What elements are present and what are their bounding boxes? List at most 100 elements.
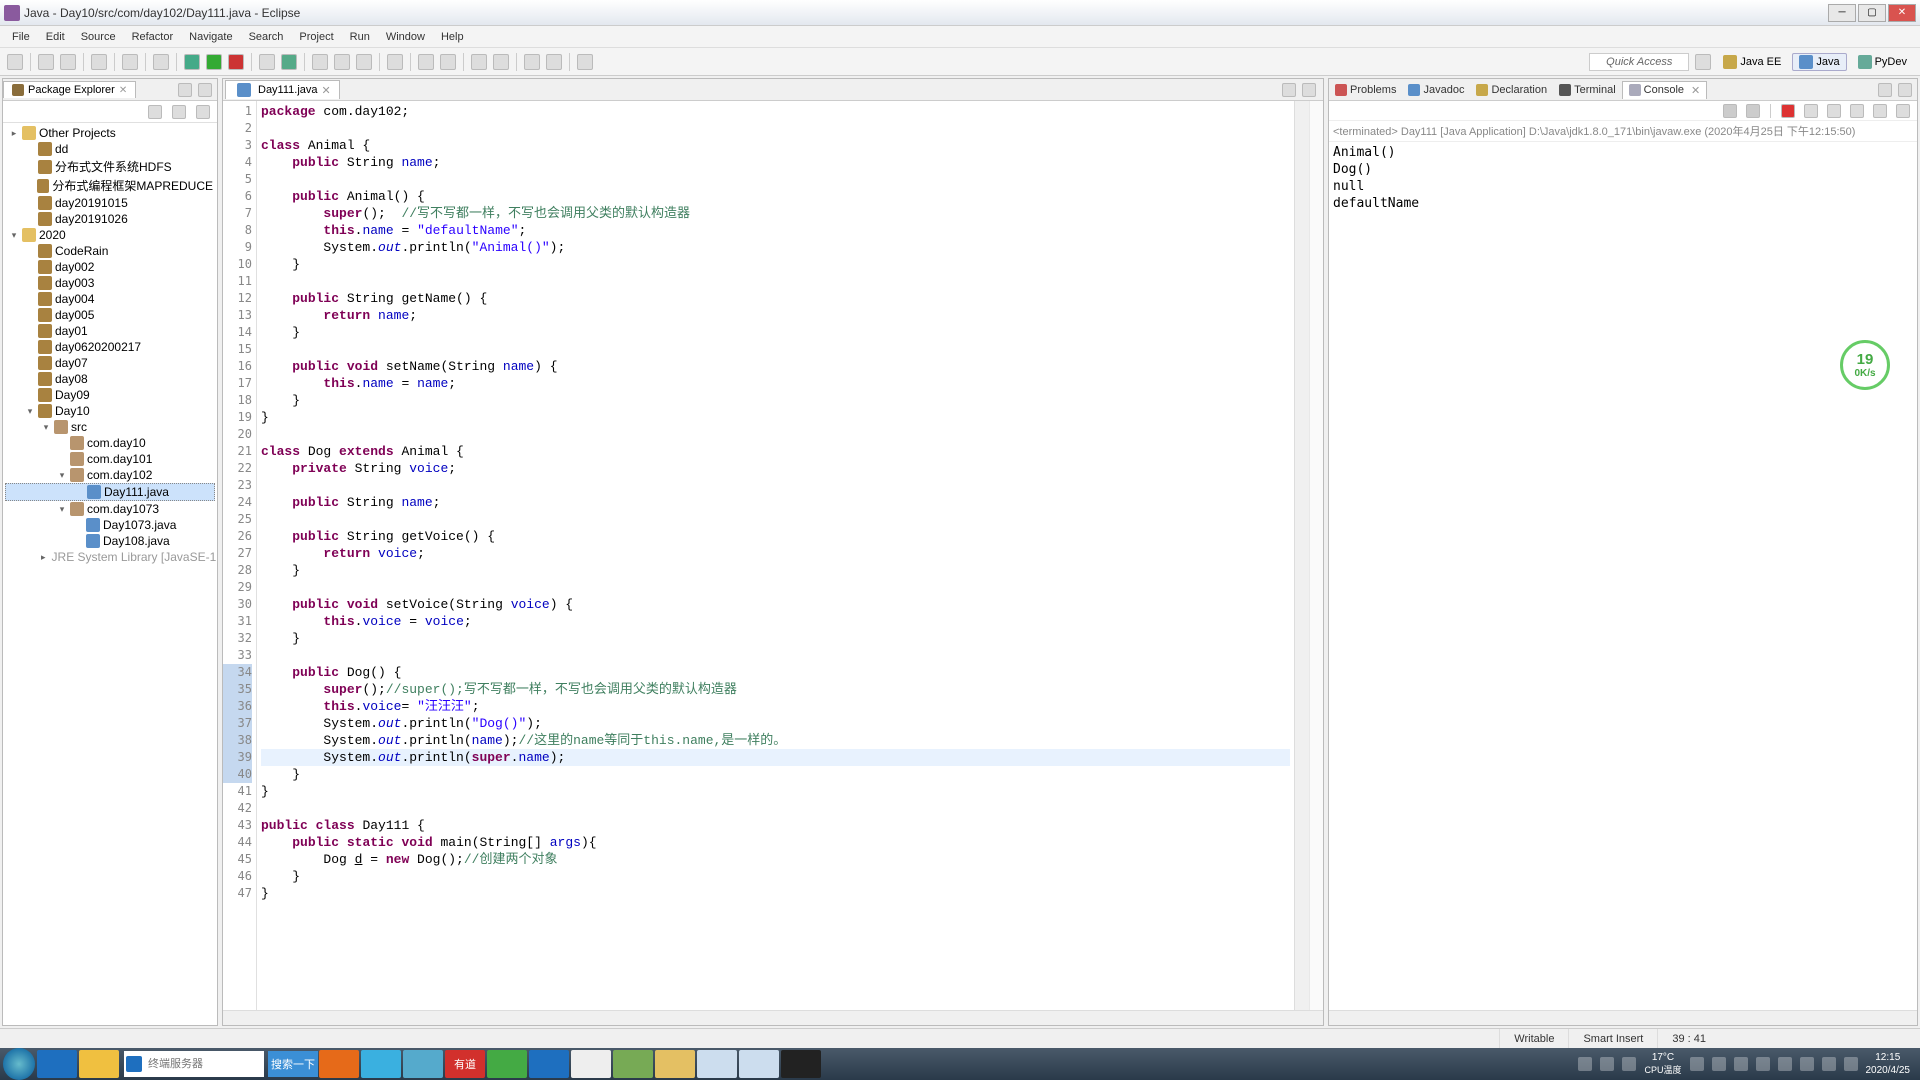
tree-node[interactable]: Day1073.java <box>5 517 215 533</box>
minimize-panel-icon[interactable] <box>178 83 192 97</box>
tray-icon[interactable] <box>1712 1057 1726 1071</box>
console-removeall-icon[interactable] <box>1746 104 1760 118</box>
overview-ruler[interactable] <box>1309 101 1323 1010</box>
search-input[interactable] <box>144 1058 234 1070</box>
console-terminate-icon[interactable] <box>1781 104 1795 118</box>
tab-declaration[interactable]: Declaration <box>1470 82 1553 98</box>
run-icon[interactable] <box>206 54 222 70</box>
tree-node[interactable]: 分布式文件系统HDFS <box>5 157 215 176</box>
tray-icon[interactable] <box>1778 1057 1792 1071</box>
tray-icon[interactable] <box>1844 1057 1858 1071</box>
close-icon[interactable]: ✕ <box>322 84 331 97</box>
tree-node[interactable]: Day09 <box>5 387 215 403</box>
annotate-icon[interactable] <box>356 54 372 70</box>
close-icon[interactable]: ✕ <box>1691 84 1700 97</box>
console-hscroll[interactable] <box>1329 1010 1917 1025</box>
close-icon[interactable]: ✕ <box>119 85 127 96</box>
minimize-editor-icon[interactable] <box>1282 83 1296 97</box>
editor-hscroll[interactable] <box>223 1010 1323 1025</box>
tree-node[interactable]: day005 <box>5 307 215 323</box>
taskbar-calc-icon[interactable] <box>739 1050 779 1078</box>
tree-node[interactable]: day002 <box>5 259 215 275</box>
open-type-icon[interactable] <box>312 54 328 70</box>
tray-icon[interactable] <box>1822 1057 1836 1071</box>
tree-node[interactable]: day07 <box>5 355 215 371</box>
maximize-panel-icon[interactable] <box>198 83 212 97</box>
editor-tab-day111[interactable]: Day111.java ✕ <box>225 80 340 99</box>
tree-node[interactable]: day20191015 <box>5 195 215 211</box>
console-display-icon[interactable] <box>1873 104 1887 118</box>
menu-refactor[interactable]: Refactor <box>124 31 182 43</box>
tab-console[interactable]: Console✕ <box>1622 81 1708 99</box>
new-class-icon[interactable] <box>281 54 297 70</box>
tree-node[interactable]: ▾src <box>5 419 215 435</box>
tree-node[interactable]: day01 <box>5 323 215 339</box>
start-button[interactable] <box>3 1048 35 1080</box>
taskbar-search[interactable] <box>124 1051 264 1077</box>
console-remove-icon[interactable] <box>1723 104 1737 118</box>
maximize-panel-icon[interactable] <box>1898 83 1912 97</box>
tree-node[interactable]: CodeRain <box>5 243 215 259</box>
tray-icon[interactable] <box>1600 1057 1614 1071</box>
editor-body[interactable]: 1234567891011121314151617181920212223242… <box>223 101 1323 1010</box>
line-gutter[interactable]: 1234567891011121314151617181920212223242… <box>223 101 257 1010</box>
search-icon[interactable] <box>334 54 350 70</box>
tree-node[interactable]: day003 <box>5 275 215 291</box>
save-icon[interactable] <box>38 54 54 70</box>
open-perspective-icon[interactable] <box>1695 54 1711 70</box>
tab-terminal[interactable]: Terminal <box>1553 82 1622 98</box>
maximize-button[interactable]: ▢ <box>1858 4 1886 22</box>
menu-run[interactable]: Run <box>342 31 378 43</box>
tray-icon[interactable] <box>1734 1057 1748 1071</box>
perspective-javaee[interactable]: Java EE <box>1716 53 1788 71</box>
tree-node[interactable]: day004 <box>5 291 215 307</box>
menu-search[interactable]: Search <box>241 31 292 43</box>
taskbar-cmd-icon[interactable] <box>781 1050 821 1078</box>
skip-icon[interactable] <box>153 54 169 70</box>
taskbar-firefox-icon[interactable] <box>319 1050 359 1078</box>
pin-icon[interactable] <box>471 54 487 70</box>
console-clear-icon[interactable] <box>1804 104 1818 118</box>
forward-icon[interactable] <box>546 54 562 70</box>
new-icon[interactable] <box>7 54 23 70</box>
build-icon[interactable] <box>122 54 138 70</box>
clock[interactable]: 12:15 2020/4/25 <box>1866 1051 1911 1077</box>
tree-node[interactable]: ▾2020 <box>5 227 215 243</box>
package-tree[interactable]: ▸Other Projectsdd分布式文件系统HDFS分布式编程框架MAPRE… <box>3 123 217 1025</box>
minimize-panel-icon[interactable] <box>1878 83 1892 97</box>
menu-navigate[interactable]: Navigate <box>181 31 240 43</box>
code-area[interactable]: package com.day102; class Animal { publi… <box>257 101 1294 1010</box>
close-button[interactable]: ✕ <box>1888 4 1916 22</box>
tray-icon[interactable] <box>1578 1057 1592 1071</box>
toggle-bp-icon[interactable] <box>440 54 456 70</box>
print-icon[interactable] <box>91 54 107 70</box>
tree-node[interactable]: ▾Day10 <box>5 403 215 419</box>
tray-icon[interactable] <box>1800 1057 1814 1071</box>
tree-node[interactable]: dd <box>5 141 215 157</box>
package-explorer-tab[interactable]: Package Explorer ✕ <box>3 81 136 98</box>
taskbar-app-icon[interactable] <box>487 1050 527 1078</box>
tray-icon[interactable] <box>1756 1057 1770 1071</box>
task-icon[interactable] <box>387 54 403 70</box>
tree-node[interactable]: com.day101 <box>5 451 215 467</box>
tray-icon[interactable] <box>1690 1057 1704 1071</box>
taskbar-app-icon[interactable] <box>403 1050 443 1078</box>
menu-file[interactable]: File <box>4 31 38 43</box>
console-open-icon[interactable] <box>1896 104 1910 118</box>
link-editor-icon[interactable] <box>172 105 186 119</box>
taskbar-ie2-icon[interactable] <box>529 1050 569 1078</box>
tree-node[interactable]: 分布式编程框架MAPREDUCE <box>5 176 215 195</box>
taskbar-chrome-icon[interactable] <box>571 1050 611 1078</box>
tree-node[interactable]: com.day10 <box>5 435 215 451</box>
search-button[interactable]: 搜索一下 <box>268 1051 318 1077</box>
taskbar-explorer-icon[interactable] <box>655 1050 695 1078</box>
collapse-all-icon[interactable] <box>148 105 162 119</box>
menu-help[interactable]: Help <box>433 31 472 43</box>
temp-widget[interactable]: 17°C CPU温度 <box>1644 1052 1681 1076</box>
tree-node[interactable]: ▾com.day1073 <box>5 501 215 517</box>
taskbar-app-icon[interactable] <box>79 1050 119 1078</box>
run-ext-icon[interactable] <box>228 54 244 70</box>
tab-javadoc[interactable]: Javadoc <box>1402 82 1470 98</box>
network-speed-widget[interactable]: 19 0K/s <box>1840 340 1890 390</box>
console-output[interactable]: Animal() Dog() null defaultName <box>1329 142 1917 1010</box>
